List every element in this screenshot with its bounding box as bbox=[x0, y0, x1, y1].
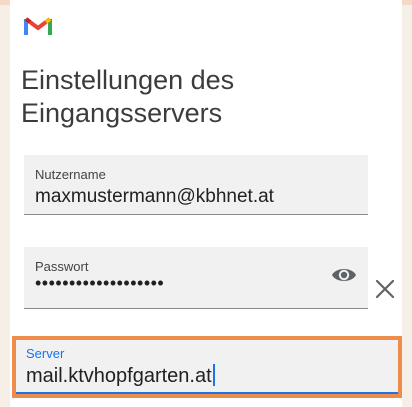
text-cursor bbox=[212, 364, 215, 386]
username-field[interactable]: Nutzername maxmustermann@kbhnet.at bbox=[24, 155, 368, 215]
username-value[interactable]: maxmustermann@kbhnet.at bbox=[35, 186, 274, 208]
close-icon[interactable] bbox=[374, 278, 396, 300]
server-field[interactable]: Server mail.ktvhopfgarten.at bbox=[16, 340, 398, 394]
password-value[interactable]: ••••••••••••••••••• bbox=[35, 273, 164, 294]
username-label: Nutzername bbox=[35, 167, 106, 182]
eye-icon[interactable] bbox=[331, 264, 357, 286]
server-value: mail.ktvhopfgarten.at bbox=[26, 365, 212, 387]
password-label: Passwort bbox=[35, 259, 89, 274]
password-field[interactable]: Passwort ••••••••••••••••••• bbox=[24, 247, 368, 309]
gmail-logo-icon bbox=[24, 17, 52, 35]
server-value-wrap[interactable]: mail.ktvhopfgarten.at bbox=[26, 364, 215, 388]
page-title: Einstellungen des Eingangsservers bbox=[21, 65, 235, 128]
server-label: Server bbox=[26, 346, 65, 361]
